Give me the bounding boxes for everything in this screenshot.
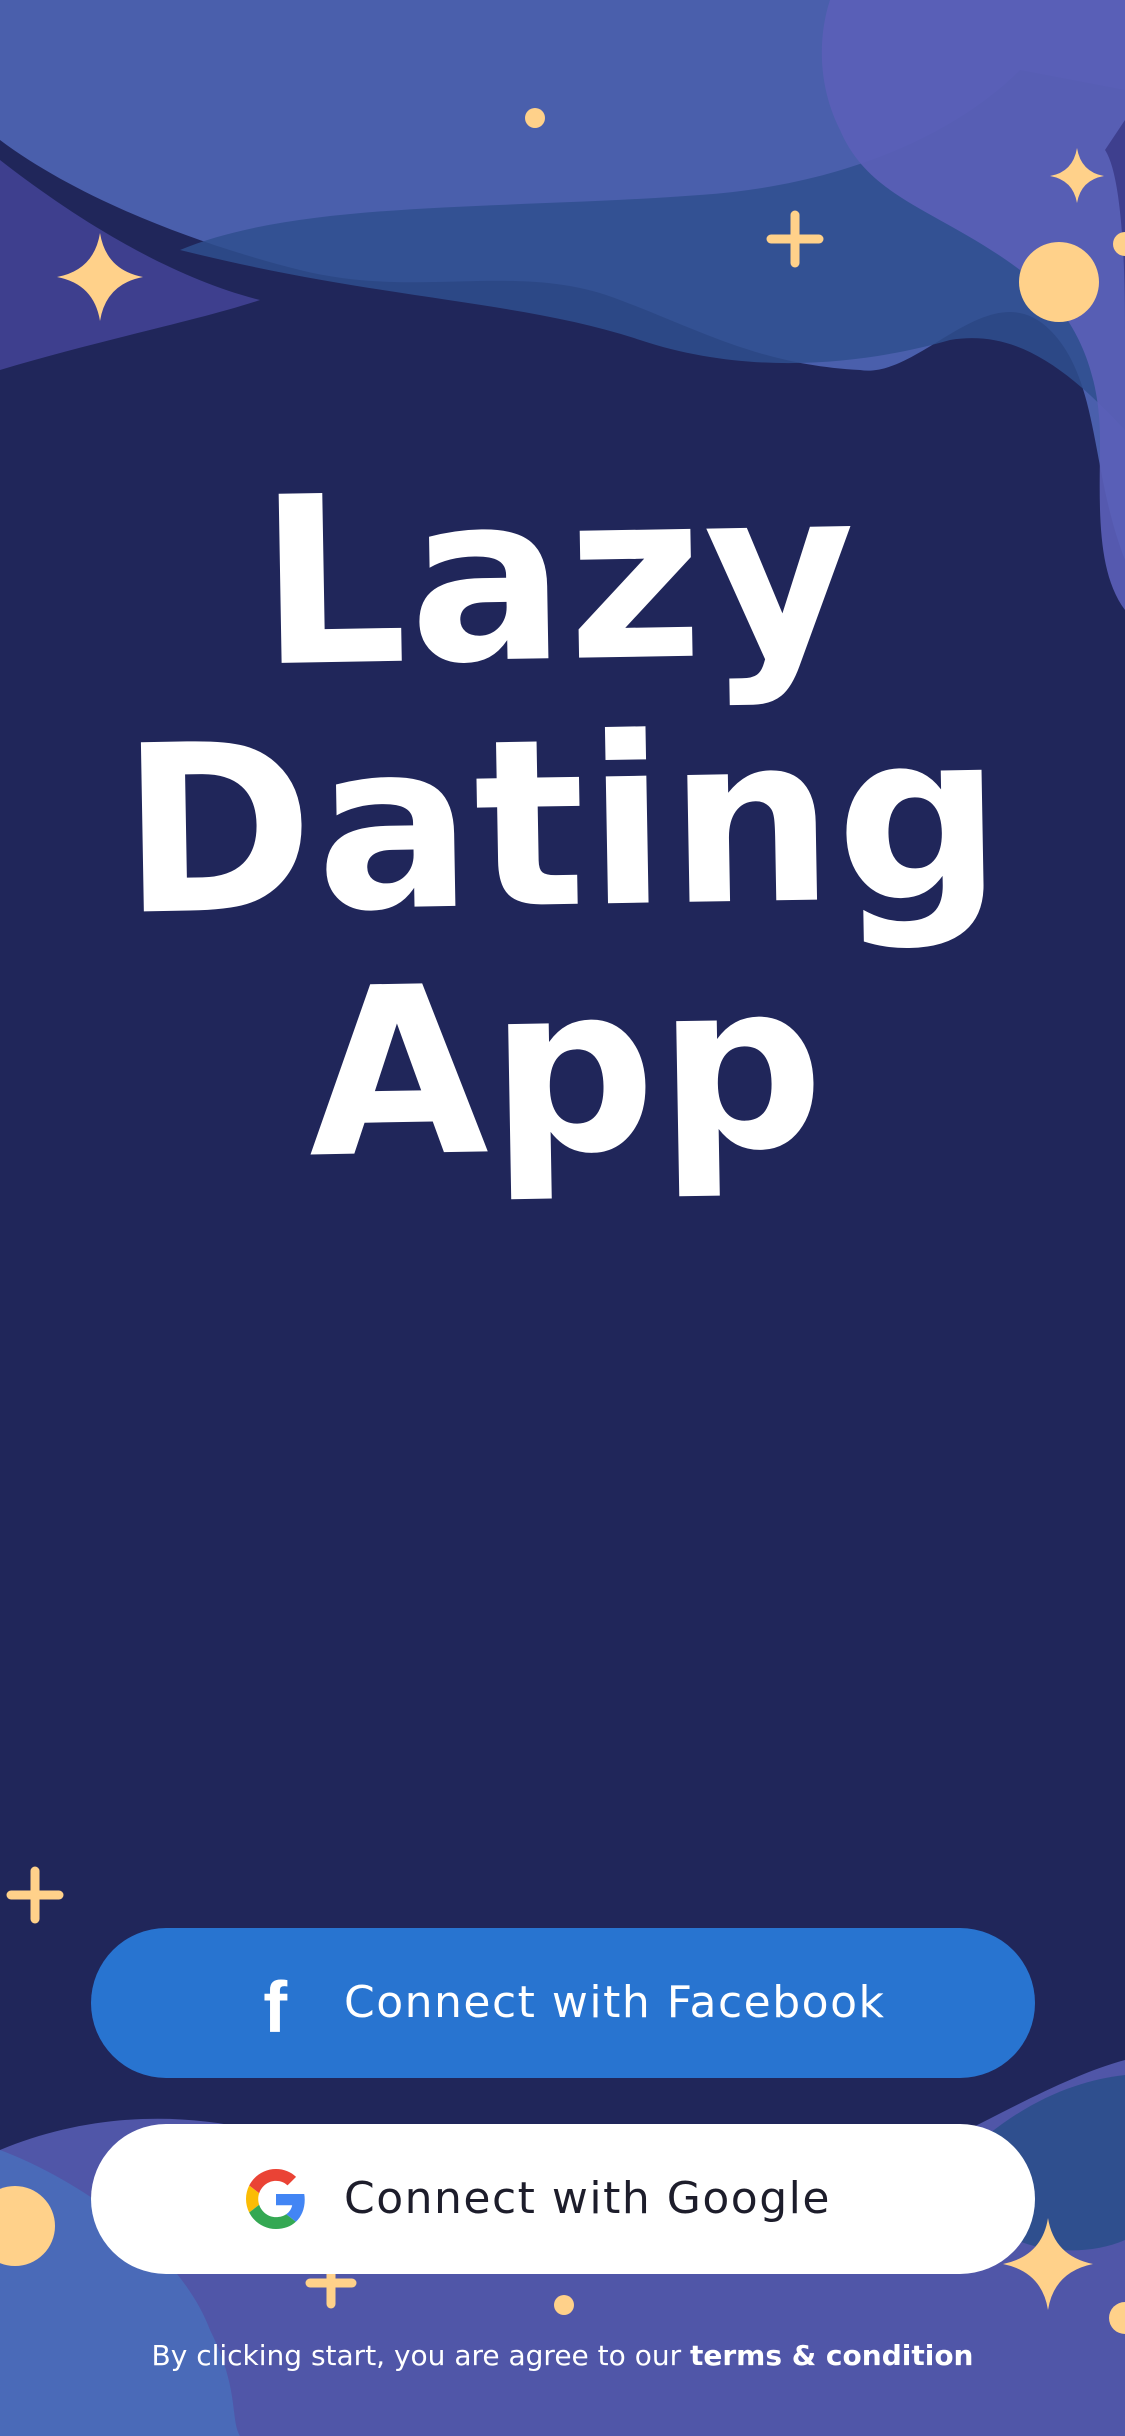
connect-google-button[interactable]: Connect with Google <box>91 2124 1035 2274</box>
circle-icon <box>1019 242 1099 322</box>
dot-icon <box>554 2295 574 2315</box>
facebook-f-icon: f <box>263 1968 289 2048</box>
legal-notice: By clicking start, you are agree to our … <box>0 2332 1125 2380</box>
legal-text: By clicking start, you are agree to our <box>151 2339 690 2372</box>
connect-facebook-button[interactable]: f Connect with Facebook <box>91 1928 1035 2078</box>
google-g-icon <box>246 2169 305 2229</box>
app-title-line: Dating <box>118 681 1007 967</box>
app-title-line: App <box>305 930 828 1210</box>
app-title-line: Lazy <box>256 437 860 719</box>
plus-icon <box>6 1866 64 1924</box>
app-title: Lazy Dating App <box>0 437 1125 1210</box>
google-button-label: Connect with Google <box>344 2173 831 2224</box>
terms-link[interactable]: terms & condition <box>690 2339 974 2372</box>
dot-icon <box>525 108 545 128</box>
facebook-button-label: Connect with Facebook <box>344 1977 886 2028</box>
